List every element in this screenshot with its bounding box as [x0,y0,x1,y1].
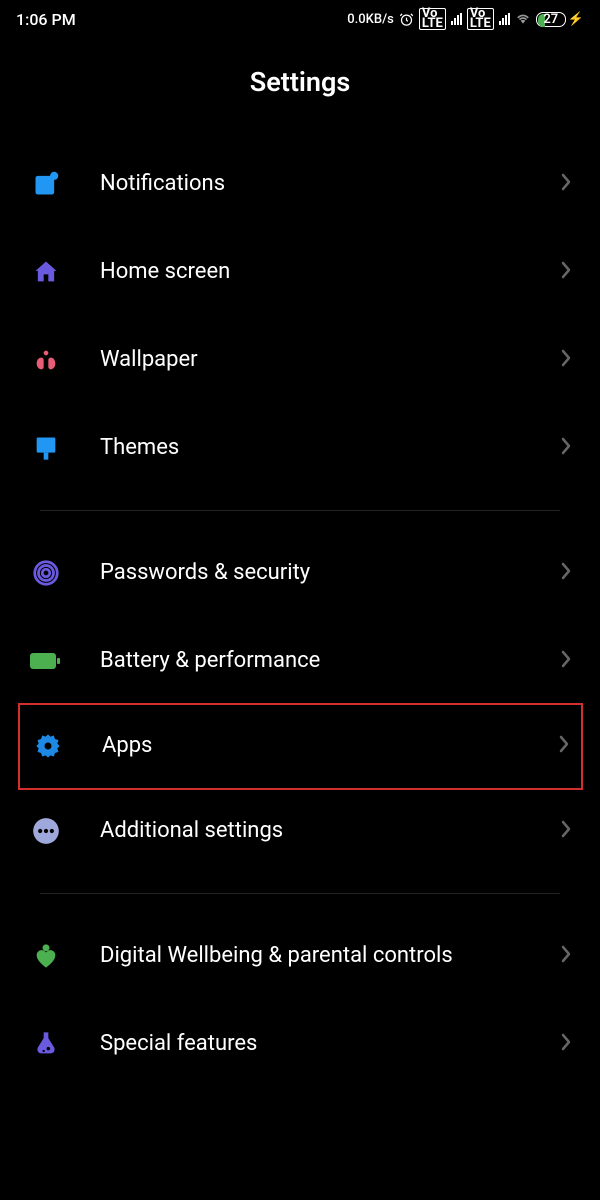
heart-icon [28,938,64,974]
home-icon [28,254,64,290]
chevron-right-icon [560,944,572,968]
divider [40,510,560,511]
page-title: Settings [0,38,600,140]
volte-icon-1: VoLTE [419,8,446,30]
chevron-right-icon [558,734,570,758]
flask-icon [28,1026,64,1062]
chevron-right-icon [560,649,572,673]
notifications-icon [28,166,64,202]
settings-item-label: Special features [100,1030,560,1059]
settings-item-themes[interactable]: Themes [20,404,580,492]
settings-item-label: Battery & performance [100,647,560,676]
dots-icon [28,813,64,849]
settings-item-passwords-security[interactable]: Passwords & security [20,529,580,617]
chevron-right-icon [560,260,572,284]
settings-item-notifications[interactable]: Notifications [20,140,580,228]
settings-item-battery-performance[interactable]: Battery & performance [20,617,580,705]
network-speed: 0.0KB/s [347,12,394,27]
settings-item-label: Apps [102,732,558,761]
battery-icon [28,643,64,679]
volte-icon-2: VoLTE [467,8,494,30]
settings-item-label: Home screen [100,258,560,287]
settings-item-home-screen[interactable]: Home screen [20,228,580,316]
settings-list: Notifications Home screen Wallpaper Themes P… [0,140,600,1088]
alarm-icon [399,12,414,27]
chevron-right-icon [560,348,572,372]
battery-icon: 27 ⚡ [536,12,584,27]
fingerprint-icon [28,555,64,591]
chevron-right-icon [560,1032,572,1056]
settings-item-label: Additional settings [100,817,560,846]
charging-icon: ⚡ [568,12,584,27]
settings-item-label: Themes [100,434,560,463]
status-bar: 1:06 PM 0.0KB/s VoLTE VoLTE 27 ⚡ [0,0,600,38]
chevron-right-icon [560,819,572,843]
status-right: 0.0KB/s VoLTE VoLTE 27 ⚡ [347,8,584,30]
chevron-right-icon [560,436,572,460]
settings-item-special-features[interactable]: Special features [20,1000,580,1088]
gear-icon [30,728,66,764]
chevron-right-icon [560,561,572,585]
settings-item-digital-wellbeing[interactable]: Digital Wellbeing & parental controls [20,912,580,1000]
themes-icon [28,430,64,466]
signal-icon-2 [499,13,510,25]
settings-item-label: Notifications [100,170,560,199]
settings-item-additional-settings[interactable]: Additional settings [20,787,580,875]
settings-item-apps[interactable]: Apps [18,703,583,790]
divider [40,893,560,894]
settings-item-label: Digital Wellbeing & parental controls [100,942,560,971]
wifi-icon [515,12,531,26]
wallpaper-icon [28,342,64,378]
chevron-right-icon [560,172,572,196]
settings-item-label: Passwords & security [100,559,560,588]
status-time: 1:06 PM [16,10,76,29]
settings-item-wallpaper[interactable]: Wallpaper [20,316,580,404]
signal-icon-1 [451,13,462,25]
settings-item-label: Wallpaper [100,346,560,375]
